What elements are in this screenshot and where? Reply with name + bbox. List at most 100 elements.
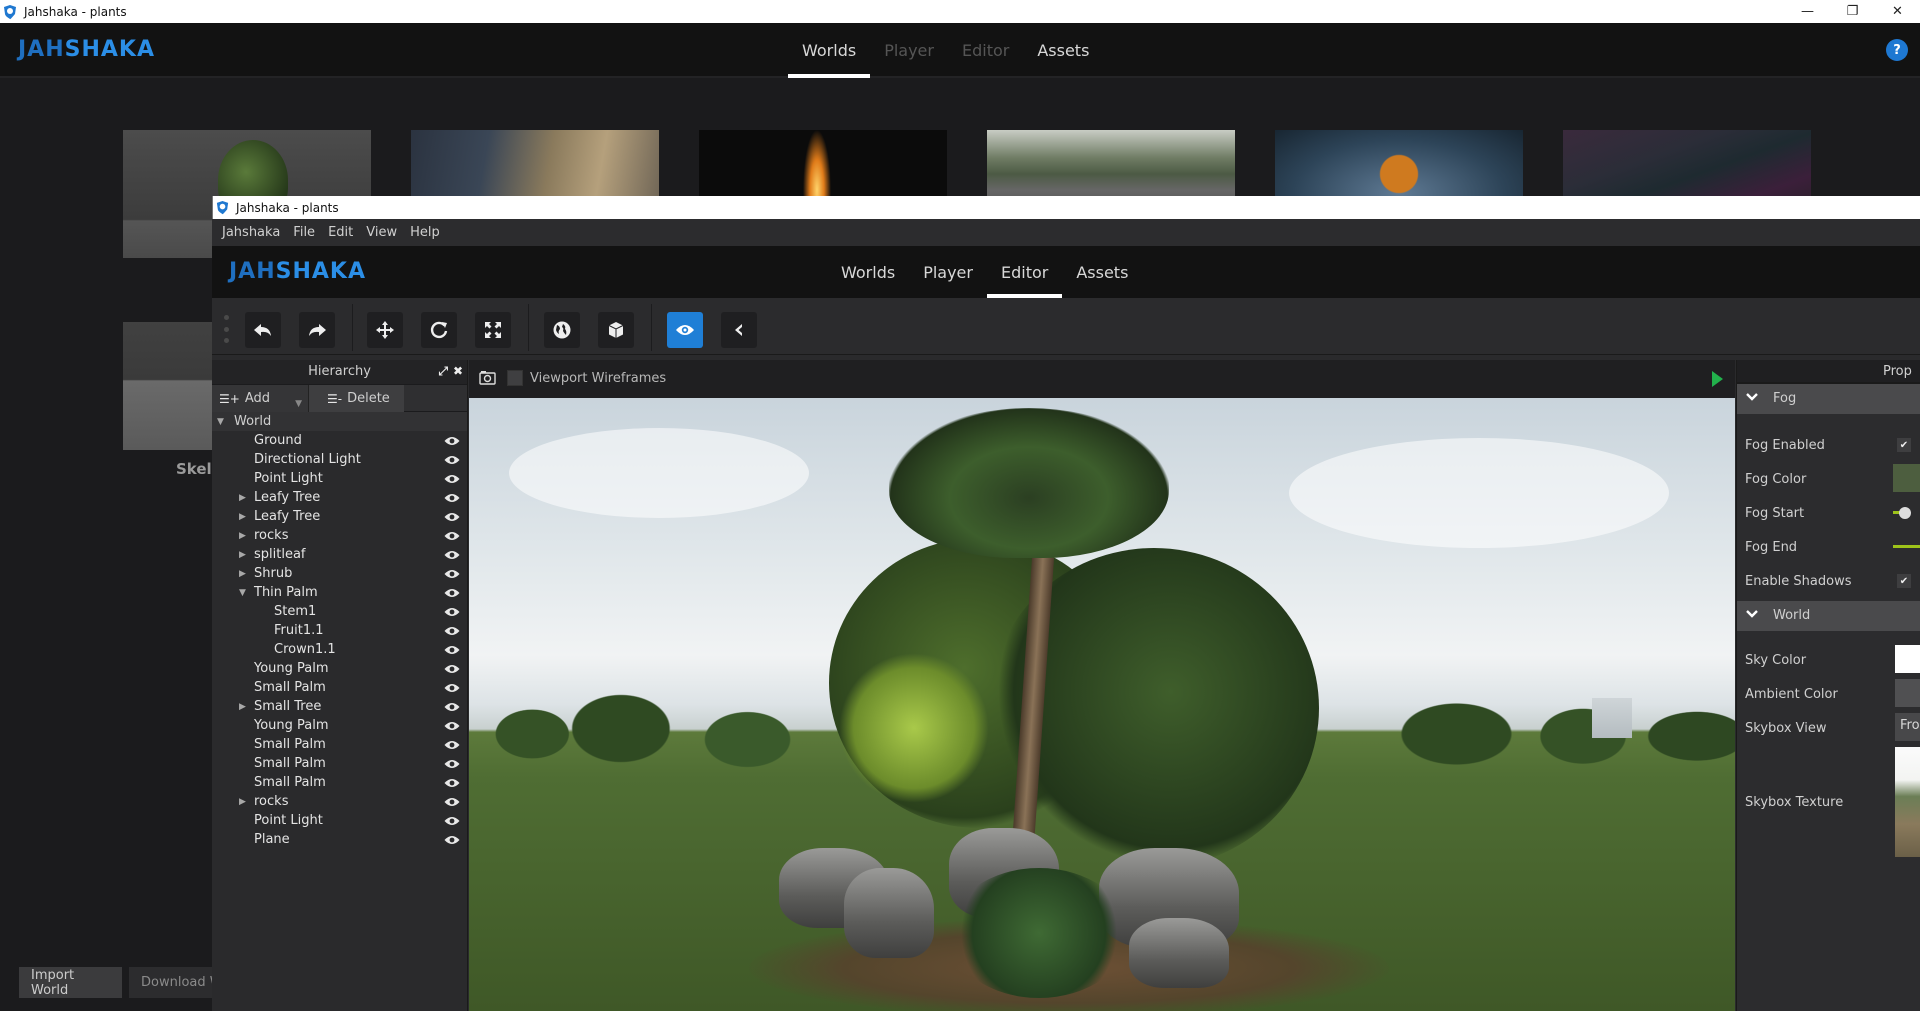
add-object-button[interactable]: ☰+ Add ▼ xyxy=(212,385,309,412)
tree-item[interactable]: Small Palm xyxy=(212,735,467,754)
screenshot-camera-icon[interactable] xyxy=(479,370,496,385)
visibility-eye-icon[interactable] xyxy=(444,815,460,825)
visibility-eye-icon[interactable] xyxy=(444,758,460,768)
collapsed-arrow-icon[interactable]: ▶ xyxy=(239,569,246,579)
outer-tab-worlds[interactable]: Worlds xyxy=(788,23,871,78)
viewport-wireframes-checkbox[interactable] xyxy=(507,370,523,386)
tree-item[interactable]: Young Palm xyxy=(212,659,467,678)
undo-button[interactable] xyxy=(245,312,281,348)
tree-item[interactable]: ▶ Shrub xyxy=(212,564,467,583)
tree-item[interactable]: ▶ Small Tree xyxy=(212,697,467,716)
tree-item[interactable]: Small Palm xyxy=(212,678,467,697)
restore-button[interactable]: ❐ xyxy=(1830,0,1875,23)
tree-item[interactable]: Small Palm xyxy=(212,773,467,792)
menu-view[interactable]: View xyxy=(366,225,397,240)
tab-editor[interactable]: Editor xyxy=(986,246,1063,298)
visibility-eye-icon[interactable] xyxy=(444,796,460,806)
tab-assets[interactable]: Assets xyxy=(1062,246,1142,298)
skybox-texture-preview[interactable] xyxy=(1895,747,1920,857)
expanded-arrow-icon[interactable]: ▼ xyxy=(239,588,246,598)
tree-item[interactable]: ▶ rocks xyxy=(212,526,467,545)
collapse-panel-button[interactable] xyxy=(721,312,757,348)
visibility-eye-icon[interactable] xyxy=(444,511,460,521)
tree-item[interactable]: Ground xyxy=(212,431,467,450)
visibility-eye-icon[interactable] xyxy=(444,701,460,711)
visibility-eye-icon[interactable] xyxy=(444,492,460,502)
collapsed-arrow-icon[interactable]: ▶ xyxy=(239,797,246,807)
visibility-eye-icon[interactable] xyxy=(444,739,460,749)
world-space-button[interactable] xyxy=(544,312,580,348)
tree-item[interactable]: ▶ Leafy Tree xyxy=(212,488,467,507)
tree-item[interactable]: ▼ Thin Palm xyxy=(212,583,467,602)
import-world-button[interactable]: Import World xyxy=(19,967,122,998)
tree-item[interactable]: Crown1.1 xyxy=(212,640,467,659)
local-space-button[interactable] xyxy=(598,312,634,348)
menu-help[interactable]: Help xyxy=(410,225,440,240)
sky-color-swatch[interactable] xyxy=(1895,645,1920,673)
redo-button[interactable] xyxy=(299,312,335,348)
outer-tab-player[interactable]: Player xyxy=(870,23,948,78)
visibility-eye-icon[interactable] xyxy=(444,834,460,844)
tree-item[interactable]: Point Light xyxy=(212,811,467,830)
visibility-eye-icon[interactable] xyxy=(444,682,460,692)
menu-jahshaka[interactable]: Jahshaka xyxy=(222,225,280,240)
fog-start-slider[interactable] xyxy=(1893,506,1920,520)
fog-enabled-checkbox[interactable]: ✔ xyxy=(1897,438,1911,452)
fog-section-header[interactable]: Fog xyxy=(1737,384,1920,414)
collapsed-arrow-icon[interactable]: ▶ xyxy=(239,550,246,560)
ambient-color-swatch[interactable] xyxy=(1895,679,1920,707)
tree-item[interactable]: Directional Light xyxy=(212,450,467,469)
tree-root-world[interactable]: ▼ World xyxy=(212,412,467,431)
fog-end-slider[interactable] xyxy=(1893,540,1920,554)
close-panel-icon[interactable]: ✖ xyxy=(453,364,463,378)
play-icon[interactable] xyxy=(1712,371,1723,387)
tree-item[interactable]: ▶ rocks xyxy=(212,792,467,811)
skybox-view-select[interactable]: Fro xyxy=(1895,713,1920,741)
help-button[interactable]: ? xyxy=(1886,39,1908,61)
tab-player[interactable]: Player xyxy=(909,246,987,298)
enable-shadows-checkbox[interactable]: ✔ xyxy=(1897,574,1911,588)
visibility-eye-icon[interactable] xyxy=(444,644,460,654)
scale-tool-button[interactable] xyxy=(475,312,511,348)
rotate-tool-button[interactable] xyxy=(421,312,457,348)
menu-edit[interactable]: Edit xyxy=(328,225,353,240)
collapsed-arrow-icon[interactable]: ▶ xyxy=(239,512,246,522)
fog-color-swatch[interactable] xyxy=(1893,464,1920,492)
tree-item[interactable]: ▶ Leafy Tree xyxy=(212,507,467,526)
visibility-eye-icon[interactable] xyxy=(444,435,460,445)
visibility-eye-icon[interactable] xyxy=(444,530,460,540)
camera-view-button[interactable] xyxy=(667,312,703,348)
collapsed-arrow-icon[interactable]: ▶ xyxy=(239,702,246,712)
visibility-eye-icon[interactable] xyxy=(444,777,460,787)
slider-handle[interactable] xyxy=(1899,507,1911,519)
toolbar-grip-handle[interactable] xyxy=(224,315,230,343)
close-button[interactable]: ✕ xyxy=(1875,0,1920,23)
outer-tab-assets[interactable]: Assets xyxy=(1023,23,1103,78)
visibility-eye-icon[interactable] xyxy=(444,663,460,673)
world-section-header[interactable]: World xyxy=(1737,601,1920,631)
expand-panel-icon[interactable]: ⤢ xyxy=(438,364,448,379)
expanded-arrow-icon[interactable]: ▼ xyxy=(217,417,224,427)
visibility-eye-icon[interactable] xyxy=(444,625,460,635)
menu-file[interactable]: File xyxy=(293,225,315,240)
visibility-eye-icon[interactable] xyxy=(444,720,460,730)
tree-item[interactable]: Young Palm xyxy=(212,716,467,735)
visibility-eye-icon[interactable] xyxy=(444,606,460,616)
download-world-button[interactable]: Download W xyxy=(129,967,219,998)
visibility-eye-icon[interactable] xyxy=(444,587,460,597)
translate-tool-button[interactable] xyxy=(367,312,403,348)
3d-viewport[interactable] xyxy=(469,398,1735,1011)
collapsed-arrow-icon[interactable]: ▶ xyxy=(239,531,246,541)
visibility-eye-icon[interactable] xyxy=(444,549,460,559)
tree-item[interactable]: Small Palm xyxy=(212,754,467,773)
tree-item[interactable]: ▶ splitleaf xyxy=(212,545,467,564)
dropdown-caret-icon[interactable]: ▼ xyxy=(295,399,302,409)
tree-item[interactable]: Fruit1.1 xyxy=(212,621,467,640)
delete-object-button[interactable]: ☰- Delete xyxy=(309,385,404,412)
tab-worlds[interactable]: Worlds xyxy=(827,246,909,298)
visibility-eye-icon[interactable] xyxy=(444,473,460,483)
tree-item[interactable]: Stem1 xyxy=(212,602,467,621)
collapsed-arrow-icon[interactable]: ▶ xyxy=(239,493,246,503)
visibility-eye-icon[interactable] xyxy=(444,454,460,464)
outer-tab-editor[interactable]: Editor xyxy=(948,23,1023,78)
